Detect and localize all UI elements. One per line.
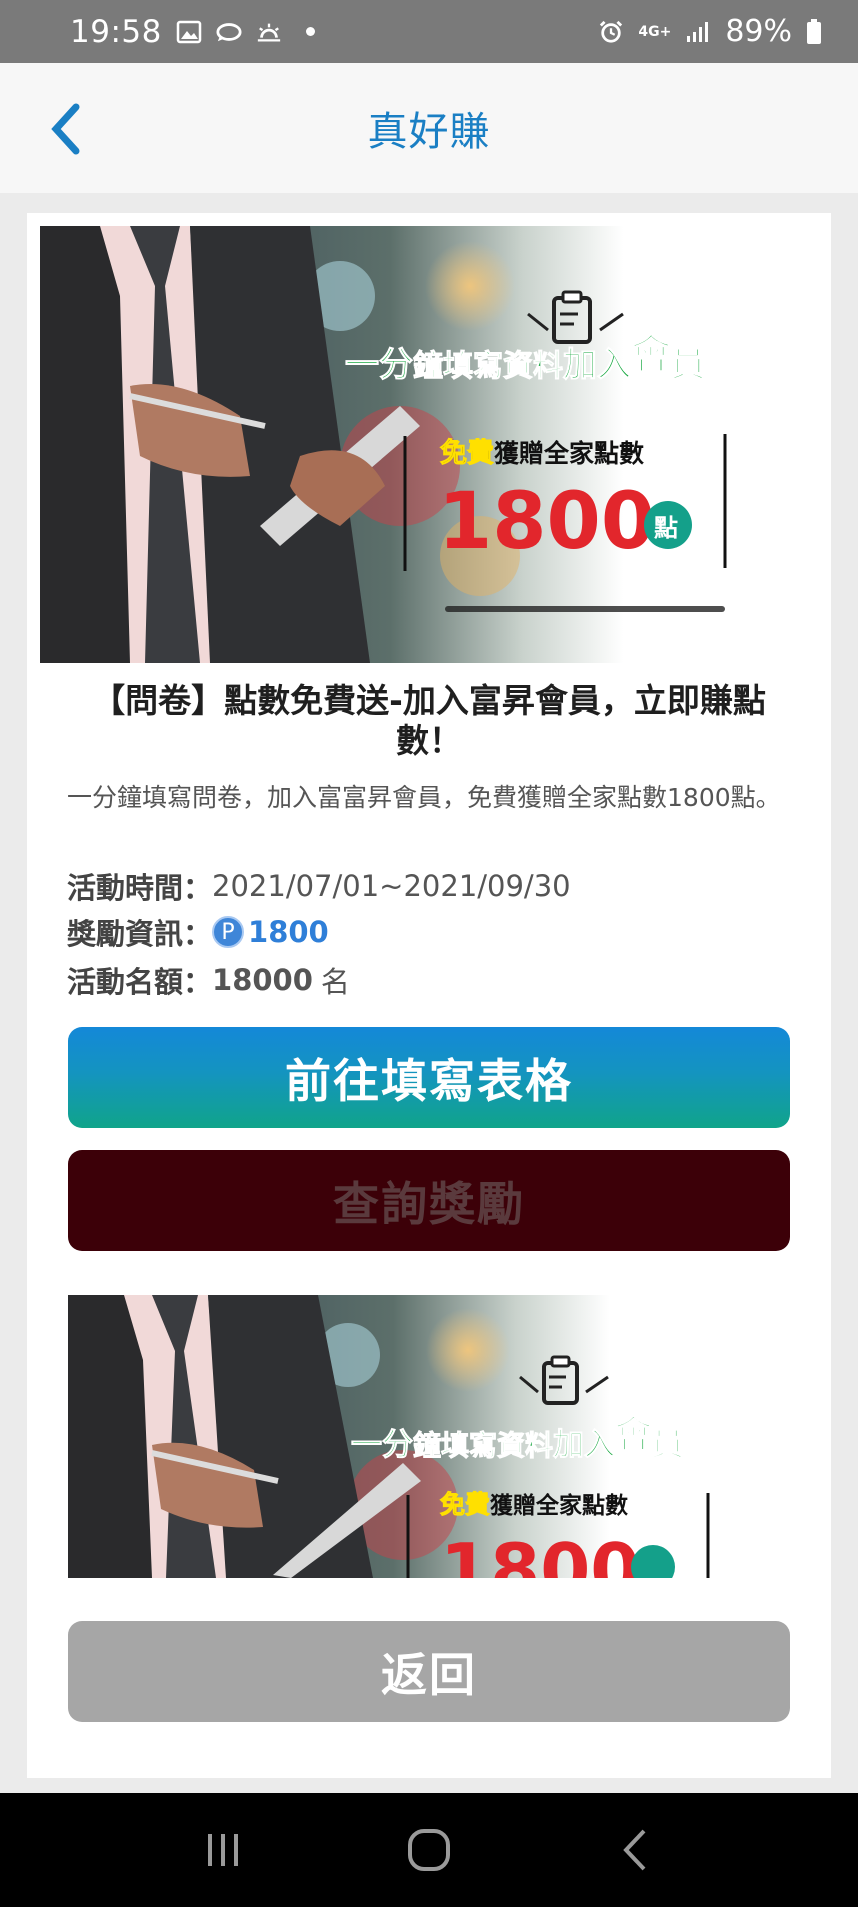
campaign-banner-image-secondary: 一分鐘填寫資料加入會員 免費獲贈全家點數 1800: [68, 1295, 790, 1578]
network-type: 4G+: [638, 23, 672, 40]
system-nav-bar: [0, 1793, 858, 1907]
status-bar: 19:58 4G+ 89%: [0, 0, 858, 63]
return-button[interactable]: 返回: [68, 1621, 790, 1722]
battery-percent: 89%: [725, 14, 792, 49]
notification-dot-icon: [305, 27, 315, 36]
quota-row: 活動名額： 18000 名: [67, 959, 797, 1001]
system-back-button[interactable]: [595, 1820, 675, 1880]
signal-icon: [687, 21, 709, 42]
reward-amount: 1800: [248, 915, 329, 949]
points-coin-icon: P: [212, 916, 245, 948]
reward-value: P 1800: [212, 915, 329, 949]
alarm-icon: [600, 20, 623, 43]
reward-info-row: 獎勵資訊： P 1800: [67, 911, 797, 953]
fill-form-button[interactable]: 前往填寫表格: [68, 1027, 790, 1128]
status-time: 19:58: [70, 13, 162, 50]
quota-unit: 名: [320, 965, 350, 999]
battery-icon: [807, 18, 821, 44]
svg-text:免費獲贈全家點數: 免費獲贈全家點數: [440, 438, 644, 469]
app-header: 真好賺: [0, 63, 858, 193]
home-button[interactable]: [389, 1820, 469, 1880]
campaign-card: 一分鐘填寫資料加入會員 免費獲贈全家點數 1800 點 【問卷】點數免費送-加入…: [27, 213, 831, 1778]
svg-text:1800: 1800: [438, 477, 655, 567]
chevron-left-icon: [51, 103, 80, 155]
quota-value: 18000: [212, 963, 313, 997]
activity-period-row: 活動時間： 2021/07/01~2021/09/30: [67, 865, 797, 907]
svg-text:免費獲贈全家點數: 免費獲贈全家點數: [440, 1490, 628, 1519]
recent-apps-button[interactable]: [183, 1820, 263, 1880]
activity-period-label: 活動時間：: [67, 871, 213, 905]
gallery-icon: [176, 20, 202, 43]
home-icon: [408, 1829, 450, 1871]
check-reward-button[interactable]: 查詢獎勵: [68, 1150, 790, 1251]
activity-period-value: 2021/07/01~2021/09/30: [212, 869, 571, 903]
back-button[interactable]: [40, 99, 90, 159]
svg-text:點: 點: [654, 514, 678, 542]
campaign-banner-image: 一分鐘填寫資料加入會員 免費獲贈全家點數 1800 點: [40, 226, 818, 663]
article-description: 一分鐘填寫問卷，加入富富昇會員，免費獲贈全家點數1800點。: [67, 783, 781, 812]
quota-label: 活動名額：: [67, 965, 213, 999]
message-icon: [216, 22, 242, 41]
reward-info-label: 獎勵資訊：: [67, 917, 213, 951]
weather-icon: [257, 23, 280, 42]
recent-apps-icon: [208, 1834, 238, 1866]
back-arrow-icon: [623, 1829, 646, 1871]
article-title: 【問卷】點數免費送-加入富昇會員，立即賺點數！: [92, 681, 766, 760]
svg-text:1800: 1800: [440, 1528, 640, 1578]
page-title: 真好賺: [367, 109, 491, 155]
